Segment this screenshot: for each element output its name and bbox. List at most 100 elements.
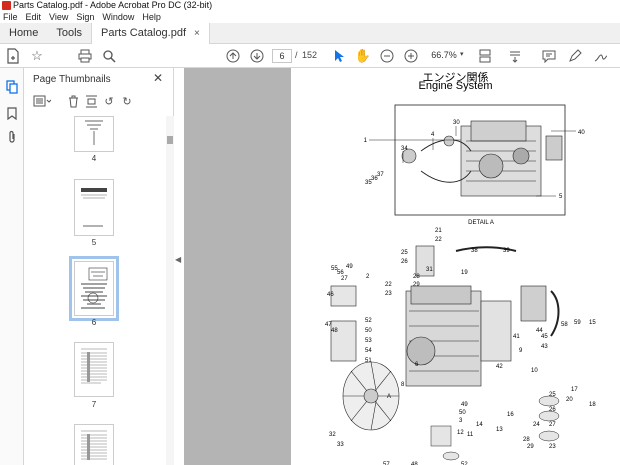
svg-text:1: 1 (364, 138, 368, 144)
zoom-out-icon[interactable] (378, 47, 396, 65)
page-layout-icon[interactable] (476, 47, 494, 65)
close-tab-icon[interactable]: × (194, 23, 200, 44)
svg-text:19: 19 (461, 270, 468, 276)
zoom-in-icon[interactable] (402, 47, 420, 65)
svg-text:A: A (387, 394, 391, 400)
svg-text:48: 48 (331, 328, 338, 334)
svg-text:34: 34 (401, 146, 408, 152)
svg-text:33: 33 (337, 442, 344, 448)
zoom-level-select[interactable]: 66.7% (426, 49, 462, 63)
comment-icon[interactable] (540, 47, 558, 65)
svg-text:54: 54 (365, 348, 372, 354)
detail-a-label: DETAIL A (468, 220, 494, 226)
attachments-icon[interactable] (5, 130, 19, 144)
rotate-clockwise-icon[interactable]: ↻ (120, 94, 134, 108)
scrollbar-handle[interactable] (167, 136, 173, 144)
menu-help[interactable]: Help (142, 11, 161, 23)
thumbnail-page-5[interactable] (74, 179, 114, 236)
thumbnail-label-6: 6 (91, 318, 97, 327)
document-canvas[interactable]: エンジン関係 Engine System DETAIL A 1 4 30 40 … (184, 68, 620, 465)
insert-pages-icon[interactable] (84, 94, 98, 108)
panel-header: Page Thumbnails ✕ (24, 68, 174, 90)
menu-window[interactable]: Window (102, 11, 134, 23)
svg-text:2: 2 (366, 274, 370, 280)
create-pdf-icon[interactable] (4, 47, 22, 65)
svg-text:49: 49 (461, 402, 468, 408)
tab-document-label: Parts Catalog.pdf (101, 27, 187, 39)
svg-text:50: 50 (365, 328, 372, 334)
svg-text:28: 28 (413, 274, 420, 280)
zoom-dropdown-chevron-icon[interactable]: ▾ (460, 50, 464, 58)
thumbnail-scrollbar[interactable] (166, 116, 174, 465)
svg-text:4: 4 (431, 132, 435, 138)
title-bar: Parts Catalog.pdf - Adobe Acrobat Pro DC… (0, 0, 620, 11)
menu-view[interactable]: View (49, 11, 68, 23)
hand-tool-icon[interactable]: ✋ (354, 47, 372, 65)
close-panel-icon[interactable]: ✕ (153, 71, 163, 85)
highlight-pen-icon[interactable] (566, 47, 584, 65)
print-icon[interactable] (76, 47, 94, 65)
svg-text:27: 27 (549, 422, 556, 428)
menu-sign[interactable]: Sign (76, 11, 94, 23)
svg-text:58: 58 (561, 322, 568, 328)
thumbnail-label-4: 4 (91, 154, 97, 163)
select-cursor-icon[interactable] (330, 47, 348, 65)
svg-text:38: 38 (471, 248, 478, 254)
menu-file[interactable]: File (3, 11, 18, 23)
options-menu-icon[interactable] (32, 94, 52, 108)
document-page: エンジン関係 Engine System DETAIL A 1 4 30 40 … (291, 68, 620, 465)
scroll-mode-icon[interactable] (506, 47, 524, 65)
delete-pages-icon[interactable] (66, 94, 80, 108)
bookmarks-icon[interactable] (5, 106, 19, 120)
thumbnail-page-8[interactable] (74, 424, 114, 465)
svg-text:32: 32 (329, 432, 336, 438)
svg-text:20: 20 (566, 397, 573, 403)
svg-text:12: 12 (457, 430, 464, 436)
svg-text:37: 37 (377, 172, 384, 178)
thumbnail-page-7[interactable] (74, 342, 114, 397)
svg-text:28: 28 (523, 437, 530, 443)
tab-home[interactable]: Home (0, 23, 47, 44)
acrobat-icon (2, 1, 11, 10)
menu-edit[interactable]: Edit (26, 11, 42, 23)
svg-text:31: 31 (426, 267, 433, 273)
engine-parts-diagram: DETAIL A 1 4 30 40 34 37 36 35 5 2122 25… (325, 104, 596, 465)
navigation-pane-strip (0, 68, 24, 465)
bookmark-star-icon[interactable]: ☆ (28, 47, 46, 65)
detail-engine (401, 120, 563, 197)
svg-text:36: 36 (371, 176, 378, 182)
next-page-icon[interactable] (248, 47, 266, 65)
svg-text:21: 21 (435, 228, 442, 234)
svg-text:15: 15 (589, 320, 596, 326)
page-number-input[interactable]: 6 (272, 49, 292, 63)
panel-toolbar: ↺ ↻ (24, 92, 174, 112)
sign-icon[interactable] (592, 47, 610, 65)
svg-text:16: 16 (507, 412, 514, 418)
svg-text:40: 40 (578, 130, 585, 136)
svg-text:13: 13 (496, 427, 503, 433)
tab-tools[interactable]: Tools (47, 23, 91, 44)
svg-text:27: 27 (341, 276, 348, 282)
svg-text:50: 50 (459, 410, 466, 416)
svg-text:29: 29 (413, 282, 420, 288)
tab-document[interactable]: Parts Catalog.pdf × (91, 23, 210, 44)
svg-text:45: 45 (541, 334, 548, 340)
svg-text:35: 35 (365, 180, 372, 186)
rotate-counterclockwise-icon[interactable]: ↺ (102, 94, 116, 108)
svg-text:53: 53 (365, 338, 372, 344)
collapse-panel-chevron-icon[interactable]: ◀ (175, 255, 181, 264)
panel-title: Page Thumbnails (33, 74, 111, 85)
page-separator: / (295, 50, 298, 60)
page-thumbnails-panel: Page Thumbnails ✕ ↺ ↻ 4 5 6 7 (24, 68, 174, 465)
page-title-english: Engine System (418, 80, 493, 92)
search-icon[interactable] (100, 47, 118, 65)
thumbnail-page-4[interactable] (74, 116, 114, 152)
svg-text:17: 17 (571, 387, 578, 393)
svg-text:3: 3 (459, 418, 463, 424)
thumbnail-page-6[interactable] (69, 256, 119, 321)
page-thumbnails-icon[interactable] (5, 80, 19, 94)
svg-text:30: 30 (453, 120, 460, 126)
svg-text:5: 5 (559, 194, 563, 200)
window-title: Parts Catalog.pdf - Adobe Acrobat Pro DC… (13, 0, 213, 10)
previous-page-icon[interactable] (224, 47, 242, 65)
